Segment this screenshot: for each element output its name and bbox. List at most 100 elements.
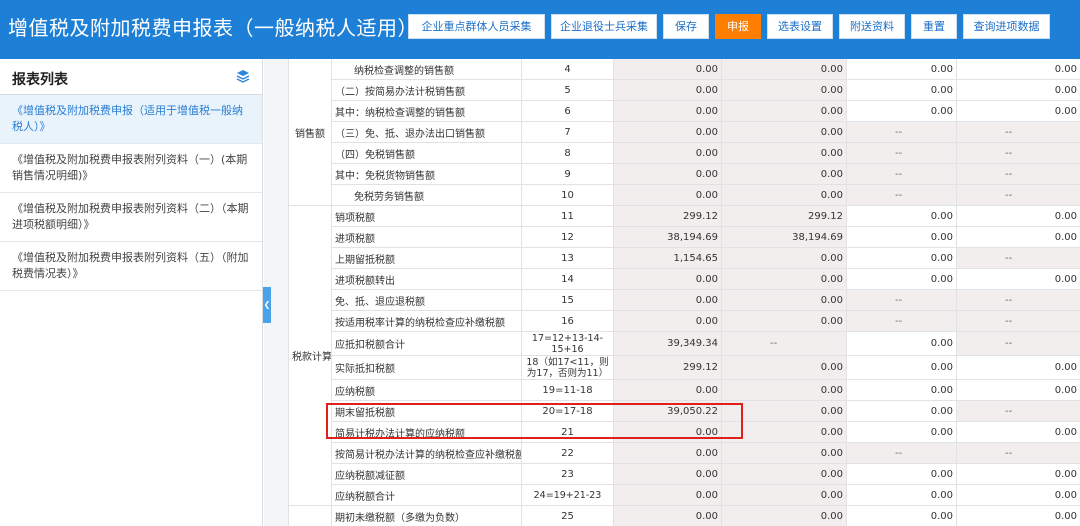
cell-ytd-general: 0.00 <box>721 100 847 122</box>
layers-icon[interactable] <box>236 69 250 83</box>
cell-ytd-immediate[interactable]: 0.00 <box>956 226 1080 248</box>
row-label: 应纳税额减征额 <box>331 463 522 485</box>
cell-current-immediate[interactable]: 0.00 <box>846 79 957 101</box>
cell-ytd-general: 0.00 <box>721 268 847 290</box>
cell-ytd-immediate: -- <box>956 184 1080 206</box>
row-number: 4 <box>521 59 614 80</box>
cell-current-immediate: -- <box>846 442 957 464</box>
sidebar-item-schedule-1[interactable]: 《增值税及附加税费申报表附列资料（一）(本期销售情况明细)》 <box>0 144 262 193</box>
cell-current-immediate[interactable]: 0.00 <box>846 268 957 290</box>
cell-ytd-general: 0.00 <box>721 484 847 506</box>
cell-current-immediate[interactable]: 0.00 <box>846 379 957 401</box>
cell-ytd-immediate[interactable]: 0.00 <box>956 505 1080 526</box>
row-label: 进项税额 <box>331 226 522 248</box>
cell-current-immediate[interactable]: 0.00 <box>846 59 957 80</box>
cell-ytd-immediate[interactable]: 0.00 <box>956 205 1080 227</box>
cell-current-general: 299.12 <box>613 205 722 227</box>
cell-current-general: 0.00 <box>613 268 722 290</box>
declaration-table-area: 销售额 纳税检查调整的销售额 4 0.00 0.00 0.00 0.00 （二）按简易办法计税… <box>288 59 1080 526</box>
row-label: 纳税检查调整的销售额 <box>331 59 522 80</box>
row-label: 免税劳务销售额 <box>331 184 522 206</box>
cell-current-immediate[interactable]: 0.00 <box>846 205 957 227</box>
cell-current-general: 0.00 <box>613 505 722 526</box>
row-label: （三）免、抵、退办法出口销售额 <box>331 121 522 143</box>
row-label: 按适用税率计算的纳税检查应补缴税额 <box>331 310 522 332</box>
table-row: （四）免税销售额 8 0.00 0.00 -- -- <box>289 142 1080 164</box>
row-number: 25 <box>521 505 614 526</box>
cell-current-general: 0.00 <box>613 142 722 164</box>
cell-current-immediate[interactable]: 0.00 <box>846 355 957 380</box>
table-row: 应纳税额合计 24=19+21-23 0.00 0.00 0.00 0.00 <box>289 484 1080 506</box>
collect-veterans-button[interactable]: 企业退役士兵采集 <box>551 14 657 39</box>
table-row: 进项税额转出 14 0.00 0.00 0.00 0.00 <box>289 268 1080 290</box>
row-label: 其中：免税货物销售额 <box>331 163 522 185</box>
cell-ytd-immediate: -- <box>956 400 1080 422</box>
cell-ytd-general: 38,194.69 <box>721 226 847 248</box>
table-row: 简易计税办法计算的应纳税额 21 0.00 0.00 0.00 0.00 <box>289 421 1080 443</box>
cell-ytd-general: 0.00 <box>721 379 847 401</box>
cell-current-immediate[interactable]: 0.00 <box>846 463 957 485</box>
row-label: 应抵扣税额合计 <box>331 331 522 356</box>
query-input-data-button[interactable]: 查询进项数据 <box>963 14 1050 39</box>
collapse-sidebar-handle[interactable]: ❮ <box>263 287 271 323</box>
attachments-button[interactable]: 附送资料 <box>839 14 905 39</box>
cell-current-immediate[interactable]: 0.00 <box>846 100 957 122</box>
select-forms-button[interactable]: 选表设置 <box>767 14 833 39</box>
cell-current-immediate: -- <box>846 121 957 143</box>
table-row: 其中：纳税检查调整的销售额 6 0.00 0.00 0.00 0.00 <box>289 100 1080 122</box>
cell-ytd-immediate[interactable]: 0.00 <box>956 355 1080 380</box>
cell-ytd-immediate[interactable]: 0.00 <box>956 484 1080 506</box>
sidebar-item-schedule-5[interactable]: 《增值税及附加税费申报表附列资料（五）（附加税费情况表）》 <box>0 242 262 291</box>
cell-current-immediate[interactable]: 0.00 <box>846 421 957 443</box>
cell-ytd-general: -- <box>721 331 847 356</box>
row-number: 13 <box>521 247 614 269</box>
cell-current-immediate[interactable]: 0.00 <box>846 505 957 526</box>
cell-current-general: 0.00 <box>613 379 722 401</box>
cell-current-general: 299.12 <box>613 355 722 380</box>
table-row: 税款计算 销项税额 11 299.12 299.12 0.00 0.00 <box>288 205 1080 506</box>
cell-current-immediate[interactable]: 0.00 <box>846 226 957 248</box>
cell-ytd-immediate: -- <box>956 289 1080 311</box>
cell-current-immediate[interactable]: 0.00 <box>846 400 957 422</box>
cell-current-immediate: -- <box>846 310 957 332</box>
cell-ytd-immediate[interactable]: 0.00 <box>956 463 1080 485</box>
cell-ytd-immediate[interactable]: 0.00 <box>956 79 1080 101</box>
row-number: 8 <box>521 142 614 164</box>
cell-ytd-general: 0.00 <box>721 505 847 526</box>
reset-button[interactable]: 重置 <box>911 14 957 39</box>
cell-current-general: 0.00 <box>613 79 722 101</box>
collect-key-group-button[interactable]: 企业重点群体人员采集 <box>408 14 545 39</box>
cell-ytd-immediate: -- <box>956 310 1080 332</box>
row-number: 19=11-18 <box>521 379 614 401</box>
table-row: 期初未缴税额（多缴为负数） 25 0.00 0.00 0.00 0.00 <box>288 505 1080 526</box>
cell-current-immediate[interactable]: 0.00 <box>846 331 957 356</box>
cell-current-general: 0.00 <box>613 421 722 443</box>
cell-ytd-immediate[interactable]: 0.00 <box>956 59 1080 80</box>
table-row: 按适用税率计算的纳税检查应补缴税额 16 0.00 0.00 -- -- <box>289 310 1080 332</box>
row-number: 7 <box>521 121 614 143</box>
table-row: 应纳税额减征额 23 0.00 0.00 0.00 0.00 <box>289 463 1080 485</box>
row-number: 14 <box>521 268 614 290</box>
row-number: 21 <box>521 421 614 443</box>
cell-ytd-immediate[interactable]: 0.00 <box>956 100 1080 122</box>
cell-ytd-immediate[interactable]: 0.00 <box>956 421 1080 443</box>
cell-current-immediate[interactable]: 0.00 <box>846 247 957 269</box>
table-row: 免、抵、退应退税额 15 0.00 0.00 -- -- <box>289 289 1080 311</box>
cell-ytd-immediate[interactable]: 0.00 <box>956 379 1080 401</box>
row-label: 应纳税额 <box>331 379 522 401</box>
cell-current-immediate[interactable]: 0.00 <box>846 484 957 506</box>
table-row: （三）免、抵、退办法出口销售额 7 0.00 0.00 -- -- <box>289 121 1080 143</box>
declare-button[interactable]: 申报 <box>715 14 761 39</box>
row-label: 期初未缴税额（多缴为负数） <box>331 505 522 526</box>
sidebar-item-main-form[interactable]: 《增值税及附加税费申报（适用于增值税一般纳税人）》 <box>0 95 262 144</box>
row-label: 应纳税额合计 <box>331 484 522 506</box>
cell-current-immediate: -- <box>846 163 957 185</box>
sidebar-item-schedule-2[interactable]: 《增值税及附加税费申报表附列资料（二）（本期进项税额明细）》 <box>0 193 262 242</box>
row-label: （四）免税销售额 <box>331 142 522 164</box>
cell-ytd-immediate[interactable]: 0.00 <box>956 268 1080 290</box>
row-number: 10 <box>521 184 614 206</box>
sidebar-title: 报表列表 <box>12 72 68 88</box>
page-title: 增值税及附加税费申报表（一般纳税人适用） <box>8 16 418 40</box>
save-button[interactable]: 保存 <box>663 14 709 39</box>
table-row: 期末留抵税额 20=17-18 39,050.22 0.00 0.00 -- <box>289 400 1080 422</box>
